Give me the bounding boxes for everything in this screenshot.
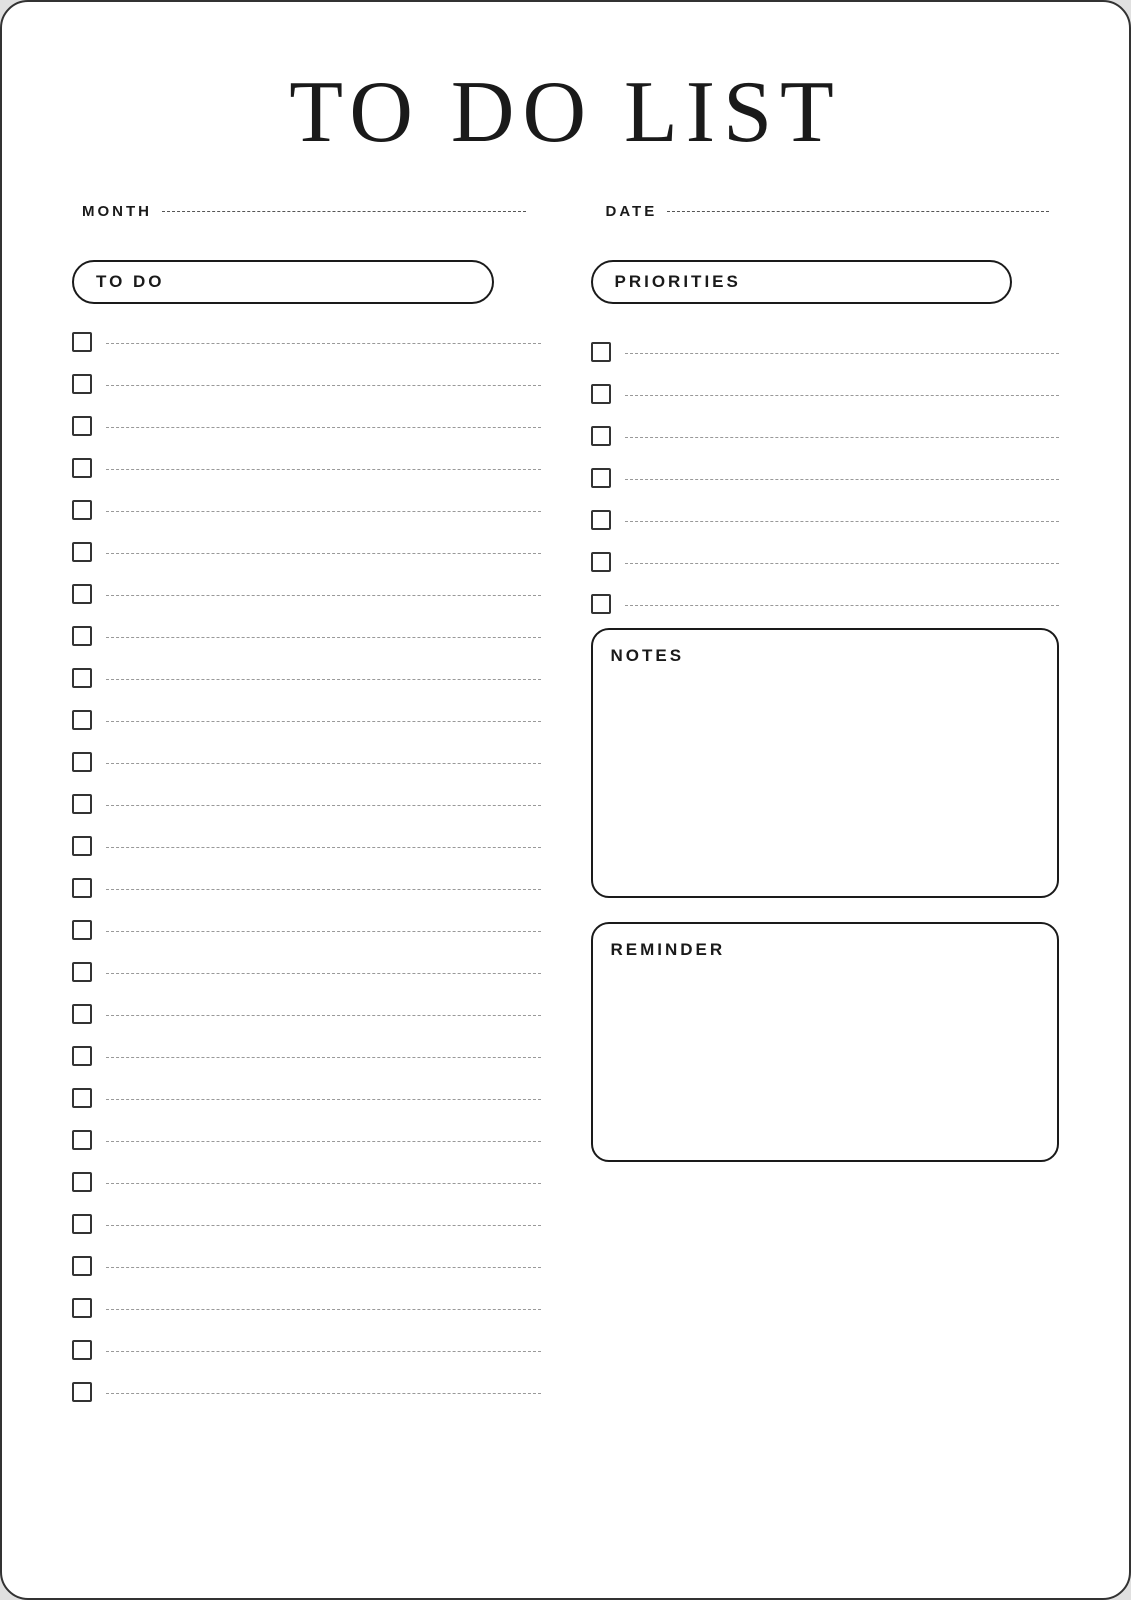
todo-item [72,492,541,528]
todo-checkbox[interactable] [72,542,92,562]
todo-checkbox[interactable] [72,1382,92,1402]
reminder-box: REMINDER [591,922,1060,1162]
priority-checkbox[interactable] [591,552,611,572]
todo-item [72,786,541,822]
todo-checkbox[interactable] [72,1046,92,1066]
todo-item [72,408,541,444]
todo-checkbox[interactable] [72,794,92,814]
page: TO DO LIST MONTH DATE TO DO [0,0,1131,1600]
priorities-header-box: PRIORITIES [591,260,1013,304]
month-line [162,211,526,212]
todo-checkbox[interactable] [72,920,92,940]
priority-checkbox[interactable] [591,510,611,530]
priority-checkbox[interactable] [591,384,611,404]
reminder-label: REMINDER [611,940,1040,960]
todo-checkbox[interactable] [72,1004,92,1024]
todo-item [72,1122,541,1158]
todo-checkbox[interactable] [72,1340,92,1360]
todo-item [72,702,541,738]
todo-item [72,870,541,906]
todo-item [72,534,541,570]
todo-checkbox[interactable] [72,1130,92,1150]
todo-checkbox[interactable] [72,836,92,856]
month-field: MONTH [82,203,526,220]
priority-item [591,418,1060,454]
todo-header-box: TO DO [72,260,494,304]
todo-header-text: TO DO [96,272,165,291]
todo-checkbox[interactable] [72,374,92,394]
notes-label: NOTES [611,646,1040,666]
priority-checkbox[interactable] [591,594,611,614]
todo-item [72,1080,541,1116]
page-title: TO DO LIST [72,62,1059,163]
todo-item [72,744,541,780]
priority-item [591,334,1060,370]
priorities-header-text: PRIORITIES [615,272,741,291]
priority-checkbox[interactable] [591,468,611,488]
date-label: DATE [606,203,658,220]
priorities-list [591,334,1060,622]
todo-list [72,324,541,1410]
todo-item [72,1206,541,1242]
todo-item [72,324,541,360]
todo-checkbox[interactable] [72,332,92,352]
todo-item [72,1038,541,1074]
todo-checkbox[interactable] [72,878,92,898]
todo-item [72,618,541,654]
todo-checkbox[interactable] [72,458,92,478]
priority-item [591,460,1060,496]
priority-item [591,502,1060,538]
todo-item [72,1248,541,1284]
todo-item [72,912,541,948]
todo-checkbox[interactable] [72,416,92,436]
todo-item [72,996,541,1032]
todo-checkbox[interactable] [72,584,92,604]
todo-checkbox[interactable] [72,1256,92,1276]
todo-item [72,366,541,402]
priority-checkbox[interactable] [591,342,611,362]
todo-checkbox[interactable] [72,626,92,646]
todo-item [72,954,541,990]
todo-checkbox[interactable] [72,1088,92,1108]
month-label: MONTH [82,203,152,220]
priority-item [591,586,1060,622]
todo-item [72,1332,541,1368]
right-column: PRIORITIES NOTES REMINDER [591,260,1060,1416]
notes-box: NOTES [591,628,1060,898]
todo-item [72,828,541,864]
priority-checkbox[interactable] [591,426,611,446]
meta-row: MONTH DATE [72,203,1059,220]
priority-item [591,544,1060,580]
todo-checkbox[interactable] [72,1298,92,1318]
priority-item [591,376,1060,412]
todo-item [72,576,541,612]
date-field: DATE [606,203,1050,220]
todo-item [72,660,541,696]
todo-checkbox[interactable] [72,1172,92,1192]
todo-item [72,1374,541,1410]
todo-column: TO DO [72,260,541,1416]
todo-checkbox[interactable] [72,1214,92,1234]
todo-checkbox[interactable] [72,710,92,730]
todo-checkbox[interactable] [72,500,92,520]
todo-checkbox[interactable] [72,668,92,688]
todo-item [72,450,541,486]
date-line [667,211,1049,212]
todo-item [72,1290,541,1326]
todo-item [72,1164,541,1200]
columns: TO DO [72,260,1059,1416]
todo-checkbox[interactable] [72,962,92,982]
todo-checkbox[interactable] [72,752,92,772]
